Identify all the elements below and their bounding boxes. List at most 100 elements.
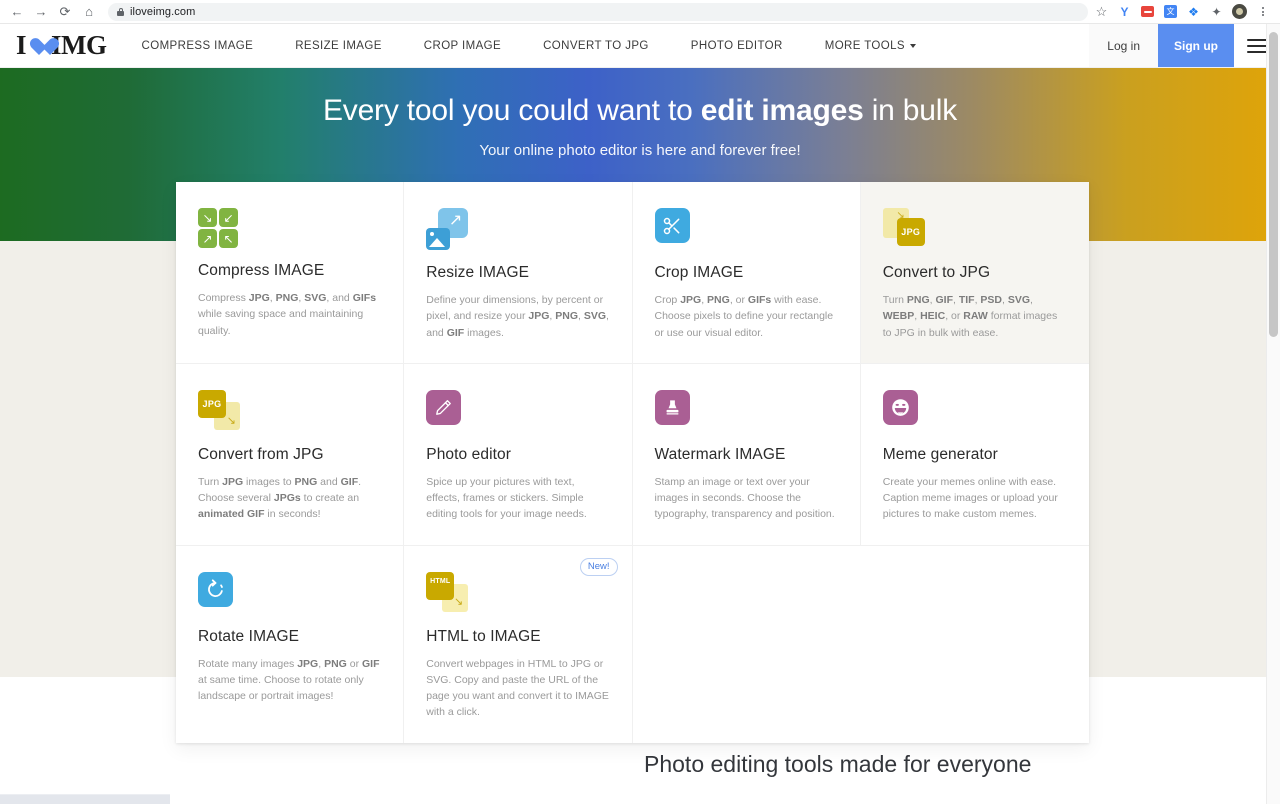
site-logo[interactable]: I IMG (2, 24, 121, 67)
stamp-icon (654, 389, 697, 432)
lock-icon (117, 7, 124, 16)
tool-title: Photo editor (426, 445, 512, 463)
tool-description: Turn PNG, GIF, TIF, PSD, SVG, WEBP, HEIC… (882, 294, 1058, 339)
tool-title: Compress IMAGE (198, 262, 325, 279)
nav-crop-image[interactable]: CROP IMAGE (403, 24, 522, 67)
scissors-icon (654, 208, 697, 250)
tools-grid: ↘ ↙ ↗ ↖ Compress IMAGE Compress JPG, PNG… (176, 182, 1089, 743)
home-icon[interactable]: ⌂ (78, 2, 100, 22)
chevron-down-icon (909, 43, 916, 48)
browser-nav-buttons: ← → ⟳ ⌂ (6, 2, 100, 22)
signup-label: Sign up (1174, 38, 1218, 53)
tool-title: Crop IMAGE (654, 264, 744, 281)
tool-crop-image[interactable]: Crop IMAGE Crop JPG, PNG, or GIFs with e… (632, 182, 861, 364)
resize-icon: ↗ (426, 208, 469, 250)
bookmark-star-icon[interactable]: ☆ (1094, 4, 1109, 19)
arrow-up-right-glyph: ↗ (448, 212, 463, 229)
nav-resize-image[interactable]: RESIZE IMAGE (274, 24, 403, 67)
logo-text-post: IMG (51, 30, 107, 60)
tool-convert-from-jpg[interactable]: JPG ↘ Convert from JPG Turn JPG images t… (176, 363, 405, 546)
tool-convert-to-jpg[interactable]: ↘ JPG Convert to JPG Turn PNG, GIF, TIF,… (860, 182, 1089, 364)
tools-panel: ↘ ↙ ↗ ↖ Compress IMAGE Compress JPG, PNG… (176, 182, 1089, 743)
tool-title: Convert from JPG (198, 445, 324, 463)
arrow-down-right-glyph: ↘ (198, 208, 217, 227)
tool-description: Convert webpages in HTML to JPG or SVG. … (426, 657, 609, 719)
hero-title: Every tool you could want to edit images… (323, 94, 957, 128)
logo-text-pre: I (16, 30, 27, 60)
nav-more-tools[interactable]: MORE TOOLS (804, 24, 937, 67)
tool-title: Resize IMAGE (426, 264, 530, 281)
header-actions: Log in Sign up (1089, 24, 1280, 67)
nav-label: COMPRESS IMAGE (141, 39, 254, 52)
jpg-label-glyph: JPG (198, 389, 226, 418)
cookie-banner-edge[interactable] (0, 794, 170, 804)
login-button[interactable]: Log in (1089, 24, 1158, 67)
nav-label: MORE TOOLS (824, 39, 905, 52)
arrow-up-right-glyph: ↗ (198, 229, 217, 248)
tool-description: Define your dimensions, by percent or pi… (426, 294, 609, 339)
tool-resize-image[interactable]: ↗ Resize IMAGE Define your dimensions, b… (404, 182, 633, 364)
yandex-extension-icon[interactable]: Y (1117, 4, 1132, 19)
dropbox-extension-icon[interactable]: ❖ (1186, 4, 1201, 19)
tool-description: Rotate many images JPG, PNG or GIF at sa… (198, 657, 380, 703)
tool-title: Watermark IMAGE (654, 445, 786, 463)
nav-label: PHOTO EDITOR (690, 39, 783, 52)
convert-to-jpg-icon: ↘ JPG (882, 208, 925, 250)
tool-photo-editor[interactable]: Photo editor Spice up your pictures with… (404, 363, 633, 546)
tool-description: Compress JPG, PNG, SVG, and GIFs while s… (198, 292, 377, 337)
tool-title: Convert to JPG (882, 264, 991, 281)
tool-compress-image[interactable]: ↘ ↙ ↗ ↖ Compress IMAGE Compress JPG, PNG… (176, 182, 405, 364)
nav-compress-image[interactable]: COMPRESS IMAGE (121, 24, 275, 67)
smiley-icon (882, 389, 925, 432)
tool-html-to-image[interactable]: New! HTML ↘ HTML to IMAGE Convert webpag… (404, 545, 633, 743)
browser-toolbar: ← → ⟳ ⌂ iloveimg.com ☆ Y ❖ ✦ (0, 0, 1280, 24)
signup-button[interactable]: Sign up (1158, 24, 1234, 67)
reload-icon[interactable]: ⟳ (54, 2, 76, 22)
arrow-up-left-glyph: ↖ (219, 229, 238, 248)
login-label: Log in (1107, 38, 1140, 53)
site-header: I IMG COMPRESS IMAGE RESIZE IMAGE CROP I… (0, 24, 1280, 68)
picture-glyph (426, 228, 451, 250)
extensions-puzzle-icon[interactable]: ✦ (1209, 4, 1224, 19)
nav-photo-editor[interactable]: PHOTO EDITOR (670, 24, 804, 67)
tools-grid-empty-cell (633, 546, 861, 743)
convert-from-jpg-icon: JPG ↘ (198, 389, 240, 432)
page-scrollbar[interactable] (1266, 24, 1280, 804)
forward-arrow-icon[interactable]: → (30, 2, 52, 22)
scrollbar-thumb[interactable] (1269, 32, 1278, 337)
tool-description: Turn JPG images to PNG and GIF. Choose s… (198, 475, 362, 521)
tool-watermark-image[interactable]: Watermark IMAGE Stamp an image or text o… (632, 363, 861, 546)
html-to-image-icon: HTML ↘ (426, 571, 469, 614)
hero-subtitle: Your online photo editor is here and for… (479, 142, 801, 159)
nav-convert-to-jpg[interactable]: CONVERT TO JPG (522, 24, 670, 67)
new-badge: New! (579, 557, 618, 576)
nav-label: CONVERT TO JPG (543, 39, 649, 52)
url-text: iloveimg.com (130, 5, 196, 18)
tools-grid-empty-cell (861, 546, 1089, 743)
jpg-label-glyph: JPG (896, 218, 925, 246)
tool-title: HTML to IMAGE (426, 627, 541, 645)
profile-avatar-icon[interactable] (1232, 4, 1247, 19)
arrow-down-left-glyph: ↙ (219, 208, 238, 227)
tool-description: Stamp an image or text over your images … (654, 475, 835, 521)
tool-description: Create your memes online with ease. Capt… (882, 475, 1058, 521)
adblock-extension-icon[interactable] (1140, 4, 1155, 19)
tool-meme-generator[interactable]: Meme generator Create your memes online … (860, 364, 1089, 546)
pencil-icon (426, 389, 468, 432)
compress-icon: ↘ ↙ ↗ ↖ (198, 208, 238, 248)
address-bar[interactable]: iloveimg.com (108, 2, 1088, 21)
tool-title: Rotate IMAGE (198, 627, 300, 645)
hero-title-part1: Every tool you could want to (322, 94, 701, 127)
nav-label: CROP IMAGE (423, 39, 502, 52)
translate-extension-icon[interactable] (1163, 4, 1178, 19)
back-arrow-icon[interactable]: ← (6, 2, 28, 22)
hero-title-part2: in bulk (863, 94, 958, 127)
tool-rotate-image[interactable]: Rotate IMAGE Rotate many images JPG, PNG… (176, 545, 405, 743)
lower-section-title: Photo editing tools made for everyone (644, 751, 1032, 777)
nav-label: RESIZE IMAGE (295, 39, 382, 52)
heart-icon (28, 37, 50, 57)
html-label-glyph: HTML (426, 571, 455, 600)
hero-title-bold: edit images (700, 94, 864, 127)
main-navigation: COMPRESS IMAGE RESIZE IMAGE CROP IMAGE C… (121, 24, 937, 67)
kebab-menu-icon[interactable] (1255, 4, 1270, 19)
